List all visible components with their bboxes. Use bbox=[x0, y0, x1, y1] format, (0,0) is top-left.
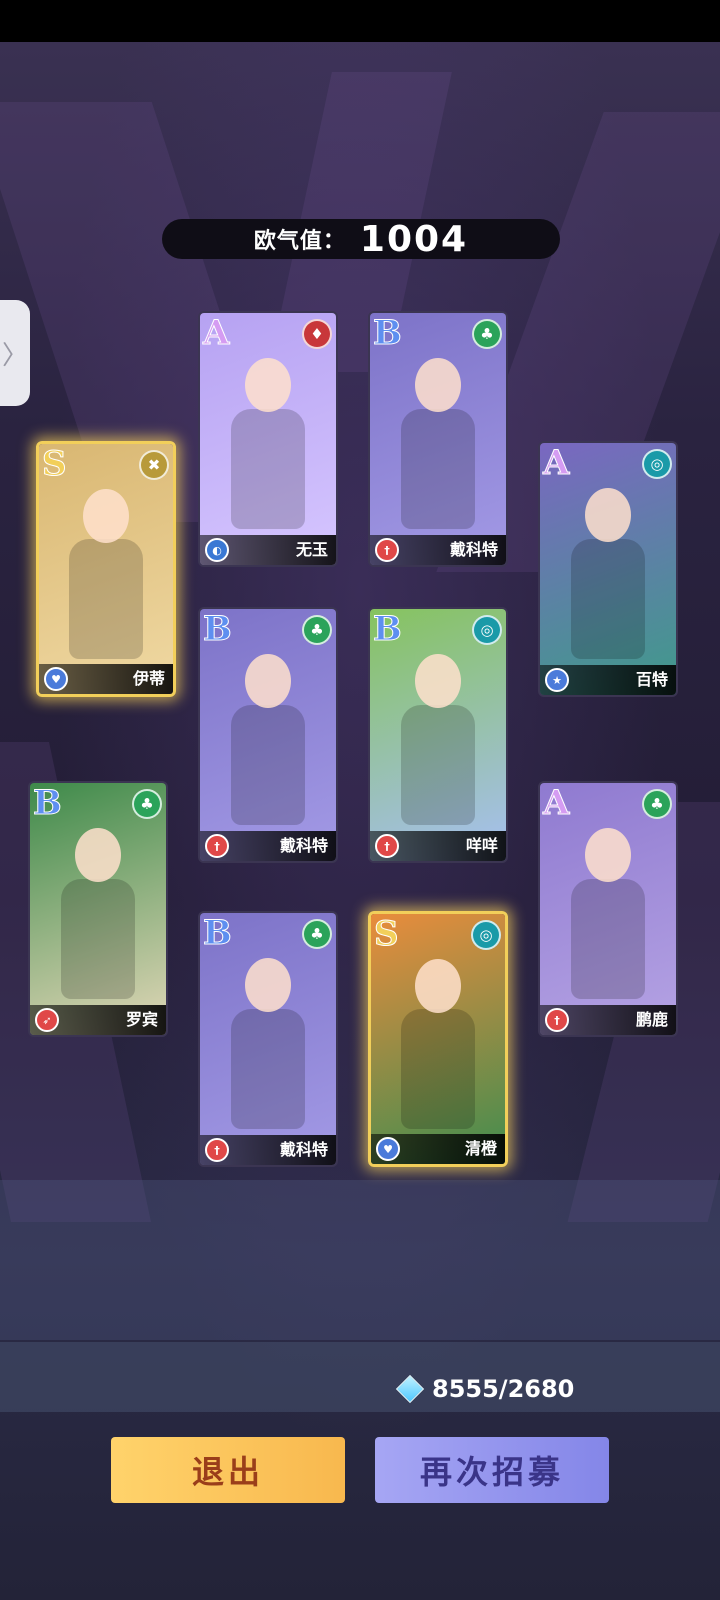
hero-card[interactable]: B ♣ † 戴科特 bbox=[368, 311, 508, 567]
diamond-currency: 8555/2680 bbox=[395, 1374, 575, 1404]
recruit-again-button[interactable]: 再次招募 bbox=[375, 1437, 609, 1503]
rank-badge: A bbox=[202, 313, 230, 354]
hero-name: 伊蒂 bbox=[132, 669, 165, 688]
character-portrait bbox=[83, 489, 129, 543]
rank-badge: B bbox=[33, 783, 63, 824]
nature-element-icon: ♣ bbox=[302, 919, 332, 949]
sword-class-icon: † bbox=[205, 834, 229, 858]
character-figure bbox=[401, 408, 475, 529]
wind-element-icon: ◎ bbox=[642, 449, 672, 479]
character-figure bbox=[401, 704, 475, 825]
luck-value: 1004 bbox=[359, 218, 469, 260]
nature-element-icon: ♣ bbox=[472, 319, 502, 349]
hero-card[interactable]: A ◎ ★ 百特 bbox=[538, 441, 678, 697]
hero-name: 戴科特 bbox=[279, 1140, 328, 1159]
hero-card[interactable]: B ♣ † 戴科特 bbox=[198, 911, 338, 1167]
hero-name: 戴科特 bbox=[449, 540, 498, 559]
character-portrait bbox=[245, 958, 291, 1013]
sword-class-icon: † bbox=[375, 834, 399, 858]
hero-card[interactable]: A ♣ † 鹏鹿 bbox=[538, 781, 678, 1037]
rank-badge: B bbox=[373, 313, 403, 354]
character-figure bbox=[69, 539, 143, 659]
hero-card[interactable]: B ♣ ➶ 罗宾 bbox=[28, 781, 168, 1037]
rank-badge: A bbox=[542, 783, 570, 824]
sword-class-icon: † bbox=[545, 1008, 569, 1032]
hero-name: 鹏鹿 bbox=[635, 1010, 668, 1029]
hero-card-rare[interactable]: S ◎ ♥ 清橙 bbox=[368, 911, 508, 1167]
side-expand-tab[interactable]: 〉 bbox=[0, 300, 30, 406]
hero-name: 清橙 bbox=[464, 1139, 497, 1158]
character-figure bbox=[231, 1008, 305, 1129]
character-figure bbox=[401, 1009, 475, 1129]
character-figure bbox=[571, 538, 645, 659]
fire-element-icon: ♦ bbox=[302, 319, 332, 349]
luck-label: 欧气值： bbox=[253, 229, 346, 254]
sword-class-icon: † bbox=[205, 1138, 229, 1162]
chevron-right-icon: 〉 bbox=[1, 340, 28, 371]
nature-element-icon: ♣ bbox=[132, 789, 162, 819]
character-portrait bbox=[415, 358, 461, 413]
sword-class-icon: † bbox=[375, 538, 399, 562]
rank-badge: B bbox=[373, 609, 403, 650]
hero-card[interactable]: B ♣ † 戴科特 bbox=[198, 607, 338, 863]
rank-badge: B bbox=[203, 913, 233, 954]
heart-class-icon: ♥ bbox=[44, 667, 68, 691]
character-figure bbox=[61, 878, 135, 999]
hero-card[interactable]: B ◎ † 咩咩 bbox=[368, 607, 508, 863]
character-figure bbox=[231, 704, 305, 825]
rank-badge: S bbox=[42, 444, 68, 485]
exit-button[interactable]: 退出 bbox=[111, 1437, 345, 1503]
hero-card[interactable]: A ♦ ◐ 无玉 bbox=[198, 311, 338, 567]
shield-class-icon: ◐ bbox=[205, 538, 229, 562]
rank-badge: A bbox=[542, 443, 570, 484]
bow-class-icon: ➶ bbox=[35, 1008, 59, 1032]
gold-element-icon: ✖ bbox=[139, 450, 169, 480]
wind-element-icon: ◎ bbox=[472, 615, 502, 645]
hero-name: 戴科特 bbox=[279, 836, 328, 855]
character-portrait bbox=[245, 358, 291, 413]
hero-card-rare[interactable]: S ✖ ♥ 伊蒂 bbox=[36, 441, 176, 697]
status-bar bbox=[0, 0, 720, 42]
nature-element-icon: ♣ bbox=[642, 789, 672, 819]
character-portrait bbox=[585, 488, 631, 543]
character-portrait bbox=[415, 654, 461, 709]
nature-element-icon: ♣ bbox=[302, 615, 332, 645]
diamond-count: 8555/2680 bbox=[432, 1375, 575, 1403]
hero-name: 无玉 bbox=[295, 540, 328, 559]
diamond-icon bbox=[395, 1374, 425, 1404]
rank-badge: S bbox=[374, 914, 400, 955]
character-portrait bbox=[585, 828, 631, 883]
hero-name: 百特 bbox=[635, 670, 668, 689]
wand-class-icon: ★ bbox=[545, 668, 569, 692]
character-portrait bbox=[245, 654, 291, 709]
rank-badge: B bbox=[203, 609, 233, 650]
wind-element-icon: ◎ bbox=[471, 920, 501, 950]
hero-name: 咩咩 bbox=[465, 836, 498, 855]
hero-name: 罗宾 bbox=[125, 1010, 158, 1029]
luck-value-bar: 欧气值： 1004 bbox=[162, 218, 560, 260]
heart-class-icon: ♥ bbox=[376, 1137, 400, 1161]
character-figure bbox=[231, 408, 305, 529]
character-portrait bbox=[415, 959, 461, 1013]
character-figure bbox=[571, 878, 645, 999]
character-portrait bbox=[75, 828, 121, 883]
